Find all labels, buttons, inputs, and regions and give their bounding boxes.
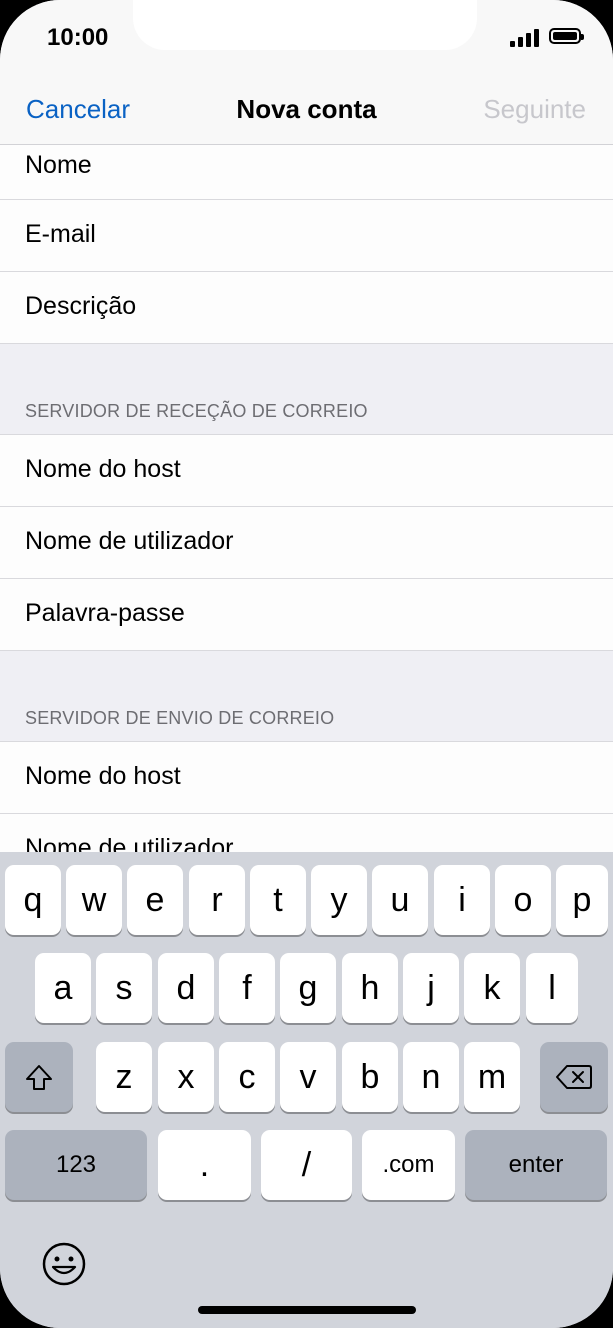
next-button[interactable]: Seguinte <box>483 94 586 125</box>
phone-screen: 10:00 Cancelar Nova conta Seguinte Nome … <box>0 0 613 1328</box>
key-i[interactable]: i <box>434 865 490 935</box>
field-label: E-mail <box>25 220 96 248</box>
key-q[interactable]: q <box>5 865 61 935</box>
key-m[interactable]: m <box>464 1042 520 1112</box>
incoming-hostname-field[interactable]: Nome do host <box>0 435 613 507</box>
signal-icon <box>510 29 542 47</box>
key-p[interactable]: p <box>556 865 608 935</box>
email-field[interactable]: E-mail <box>0 200 613 272</box>
status-time: 10:00 <box>47 24 109 51</box>
key-b[interactable]: b <box>342 1042 398 1112</box>
home-indicator[interactable] <box>198 1306 416 1314</box>
field-label: Nome do host <box>25 455 181 483</box>
numbers-key[interactable]: 123 <box>5 1130 147 1200</box>
key-h[interactable]: h <box>342 953 398 1023</box>
shift-key[interactable] <box>5 1042 73 1112</box>
field-label: Nome <box>25 151 92 179</box>
form-content: Nome E-mail Descrição SERVIDOR DE RECEÇÃ… <box>0 145 613 852</box>
outgoing-group: Nome do host Nome de utilizador <box>0 742 613 852</box>
key-g[interactable]: g <box>280 953 336 1023</box>
section-title: SERVIDOR DE RECEÇÃO DE CORREIO <box>25 401 368 421</box>
key-s[interactable]: s <box>96 953 152 1023</box>
key-l[interactable]: l <box>526 953 578 1023</box>
key-v[interactable]: v <box>280 1042 336 1112</box>
key-e[interactable]: e <box>127 865 183 935</box>
key-t[interactable]: t <box>250 865 306 935</box>
key-k[interactable]: k <box>464 953 520 1023</box>
battery-icon <box>549 28 584 44</box>
incoming-username-field[interactable]: Nome de utilizador <box>0 507 613 579</box>
key-d[interactable]: d <box>158 953 214 1023</box>
key-c[interactable]: c <box>219 1042 275 1112</box>
enter-key[interactable]: enter <box>465 1130 607 1200</box>
account-group: Nome E-mail Descrição <box>0 145 613 344</box>
incoming-section-header: SERVIDOR DE RECEÇÃO DE CORREIO <box>0 344 613 435</box>
key-x[interactable]: x <box>158 1042 214 1112</box>
keyboard: q w e r t y u i o p a s d f g h j k l z … <box>0 852 613 1328</box>
name-field[interactable]: Nome <box>0 145 613 200</box>
field-label: Nome de utilizador <box>25 527 234 555</box>
dotcom-key[interactable]: .com <box>362 1130 455 1200</box>
field-label: Nome de utilizador <box>25 834 234 852</box>
outgoing-hostname-field[interactable]: Nome do host <box>0 742 613 814</box>
key-o[interactable]: o <box>495 865 551 935</box>
key-w[interactable]: w <box>66 865 122 935</box>
incoming-password-field[interactable]: Palavra-passe <box>0 579 613 651</box>
key-j[interactable]: j <box>403 953 459 1023</box>
outgoing-section-header: SERVIDOR DE ENVIO DE CORREIO <box>0 651 613 742</box>
period-key[interactable]: . <box>158 1130 251 1200</box>
delete-key[interactable] <box>540 1042 608 1112</box>
key-a[interactable]: a <box>35 953 91 1023</box>
notch <box>133 0 477 50</box>
incoming-group: Nome do host Nome de utilizador Palavra-… <box>0 435 613 651</box>
key-f[interactable]: f <box>219 953 275 1023</box>
field-label: Descrição <box>25 292 137 320</box>
delete-icon <box>556 1065 592 1089</box>
field-label: Palavra-passe <box>25 599 185 627</box>
navigation-bar: Cancelar Nova conta Seguinte <box>0 80 613 145</box>
key-y[interactable]: y <box>311 865 367 935</box>
emoji-icon[interactable] <box>41 1241 87 1287</box>
slash-key[interactable]: / <box>261 1130 352 1200</box>
key-u[interactable]: u <box>372 865 428 935</box>
cancel-button[interactable]: Cancelar <box>26 94 130 125</box>
section-title: SERVIDOR DE ENVIO DE CORREIO <box>25 708 335 728</box>
status-bar: 10:00 <box>0 0 613 80</box>
shift-icon <box>26 1065 52 1090</box>
key-r[interactable]: r <box>189 865 245 935</box>
key-z[interactable]: z <box>96 1042 152 1112</box>
key-n[interactable]: n <box>403 1042 459 1112</box>
field-label: Nome do host <box>25 762 181 790</box>
outgoing-username-field[interactable]: Nome de utilizador <box>0 814 613 852</box>
description-field[interactable]: Descrição <box>0 272 613 344</box>
